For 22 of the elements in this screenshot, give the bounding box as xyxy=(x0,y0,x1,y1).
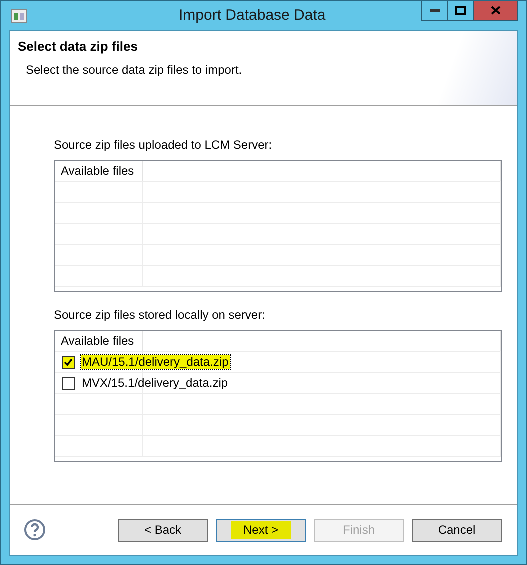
check-icon xyxy=(64,358,73,366)
window-title: Import Database Data xyxy=(179,7,326,24)
checkbox[interactable] xyxy=(62,356,75,368)
section-label: Source zip files stored locally on server: xyxy=(54,308,266,322)
file-name[interactable]: MVX/15.1/delivery_data.zip xyxy=(81,376,230,390)
column-header[interactable]: Available files xyxy=(55,331,143,351)
column-header[interactable]: Available files xyxy=(55,161,143,181)
app-icon xyxy=(11,8,27,22)
dialog-button[interactable]: Cancel xyxy=(412,518,502,542)
section-label: Source zip files uploaded to LCM Server: xyxy=(54,138,274,152)
maximize-icon xyxy=(455,6,466,15)
dialog-button[interactable]: Next > xyxy=(216,518,306,542)
help-icon[interactable] xyxy=(24,519,46,541)
minimize-button[interactable] xyxy=(421,1,448,21)
close-icon xyxy=(490,6,500,15)
file-name[interactable]: MAU/15.1/delivery_data.zip xyxy=(81,355,230,369)
page-description: Select the source data zip files to import. xyxy=(26,63,244,77)
close-button[interactable] xyxy=(473,1,518,21)
minimize-icon xyxy=(430,9,440,12)
dialog-button[interactable]: < Back xyxy=(118,518,208,542)
checkbox[interactable] xyxy=(62,376,75,390)
page-title: Select data zip files xyxy=(18,39,139,54)
